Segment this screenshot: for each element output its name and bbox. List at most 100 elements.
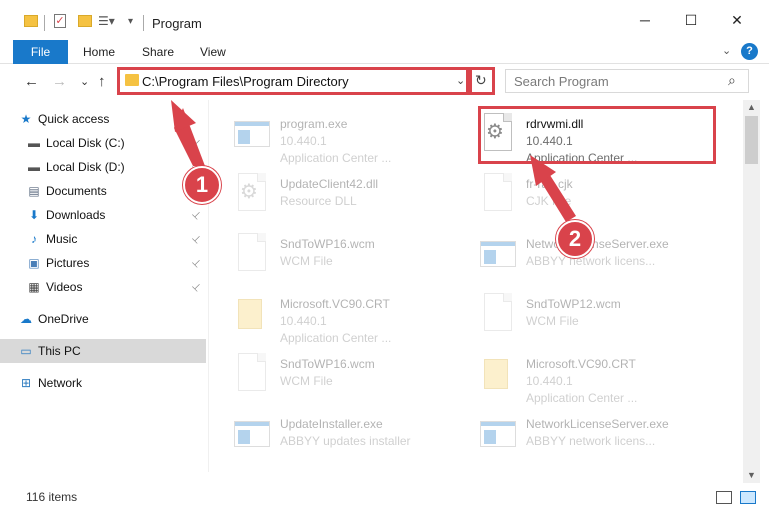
sidebar-item-label: Downloads — [46, 208, 106, 222]
drive-icon: ▬ — [28, 136, 40, 150]
vertical-scrollbar[interactable]: ▲ ▼ — [743, 100, 760, 483]
file-item[interactable]: Microsoft.VC90.CRT 10.440.1 Application Ce… — [480, 348, 720, 406]
file-detail: WCM File — [280, 374, 333, 388]
sidebar-item-label: Videos — [46, 280, 83, 294]
file-item[interactable]: UpdateInstaller.exe ABBYY updates install… — [234, 408, 474, 466]
network-icon: ⊞ — [20, 376, 32, 390]
tab-file[interactable]: File — [13, 40, 68, 64]
file-detail: ABBYY network licens... — [526, 434, 656, 448]
file-name: Microsoft.VC90.CRT — [526, 357, 636, 371]
item-count: 116 items — [26, 490, 78, 504]
address-highlight — [117, 67, 469, 95]
file-name: NetworkLicenseServer.exe — [526, 237, 669, 251]
new-folder-icon[interactable] — [78, 12, 92, 30]
sidebar-item-label: Network — [38, 376, 83, 390]
up-button[interactable]: ↑ — [98, 73, 106, 90]
maximize-button[interactable]: ☐ — [668, 0, 714, 40]
file-item[interactable]: SndToWP12.wcm WCM File — [480, 288, 720, 346]
sidebar-item-onedrive[interactable]: ☁ OneDrive — [0, 307, 206, 331]
sidebar-item-videos[interactable]: ▦ Videos ⊥ — [0, 275, 206, 299]
file-detail: 10.440.1 — [280, 314, 327, 328]
forward-button[interactable]: → — [52, 73, 67, 90]
customize-toolbar-icon[interactable]: ☰▾ — [98, 12, 115, 30]
quick-access-dropdown-icon[interactable]: ▾ — [128, 12, 133, 30]
window-app-icon — [480, 413, 516, 457]
file-item[interactable]: Microsoft.VC90.CRT 10.440.1 Application Ce… — [234, 288, 474, 346]
sidebar-item-local-disk-c[interactable]: ▬ Local Disk (C:) ⊥ — [0, 131, 206, 155]
large-icons-view-icon[interactable] — [740, 491, 756, 504]
videos-icon: ▦ — [28, 280, 40, 294]
file-detail: CJK File — [526, 194, 572, 208]
pin-icon[interactable]: ⊥ — [189, 280, 203, 294]
scroll-thumb[interactable] — [745, 116, 758, 164]
pin-icon[interactable]: ⊥ — [189, 136, 203, 150]
file-item[interactable]: ⚙ UpdateClient42.dll Resource DLL — [234, 168, 474, 226]
callout-2: 2 — [556, 220, 594, 258]
scroll-down-icon[interactable]: ▼ — [747, 470, 756, 480]
folder-file-icon — [480, 353, 516, 397]
details-view-icon[interactable] — [716, 491, 732, 504]
sidebar-item-music[interactable]: ♪ Music ⊥ — [0, 227, 206, 251]
application-icon — [234, 113, 270, 157]
drive-icon: ▬ — [28, 160, 40, 174]
scroll-up-icon[interactable]: ▲ — [747, 102, 756, 112]
file-detail: Resource DLL — [280, 194, 357, 208]
file-item[interactable]: NetworkLicenseServer.exe ABBYY network li… — [480, 228, 720, 286]
title-bar: ✓ ☰▾ ▾ Program ─ ☐ ✕ — [0, 0, 769, 40]
file-detail: WCM File — [526, 314, 579, 328]
document-file-icon — [234, 233, 270, 277]
sidebar-item-label: Local Disk (C:) — [46, 136, 125, 150]
window-title: Program — [152, 16, 202, 31]
dll-file-icon: ⚙ — [234, 173, 270, 217]
sidebar-item-network[interactable]: ⊞ Network — [0, 371, 206, 395]
tab-view[interactable]: View — [200, 45, 226, 59]
file-item[interactable]: fr-ran.cjk CJK File — [480, 168, 720, 226]
window-app-icon — [234, 413, 270, 457]
back-button[interactable]: ← — [24, 73, 39, 90]
sidebar-item-label: Local Disk (D:) — [46, 160, 125, 174]
recent-locations-button[interactable]: ⌄ — [80, 75, 89, 88]
tab-share[interactable]: Share — [142, 45, 174, 59]
sidebar-item-this-pc[interactable]: ▭ This PC — [0, 339, 206, 363]
sidebar-item-label: OneDrive — [38, 312, 89, 326]
properties-icon[interactable]: ✓ — [54, 12, 66, 30]
file-item[interactable]: SndToWP16.wcm WCM File — [234, 228, 474, 286]
expand-ribbon-icon[interactable]: ⌄ — [722, 44, 731, 57]
file-detail: WCM File — [280, 254, 333, 268]
file-detail: 10.440.1 — [526, 374, 573, 388]
onedrive-icon: ☁ — [20, 312, 32, 326]
document-file-icon — [234, 353, 270, 397]
sidebar-item-label: Music — [46, 232, 78, 246]
search-icon[interactable]: ⌕ — [728, 72, 736, 89]
help-icon[interactable]: ? — [741, 43, 758, 60]
file-name: UpdateInstaller.exe — [280, 417, 383, 431]
pin-icon[interactable]: ⊥ — [189, 208, 203, 222]
sidebar-item-pictures[interactable]: ▣ Pictures ⊥ — [0, 251, 206, 275]
sidebar-item-downloads[interactable]: ⬇ Downloads ⊥ — [0, 203, 206, 227]
minimize-button[interactable]: ─ — [622, 0, 668, 40]
window-app-icon — [480, 233, 516, 277]
tab-home[interactable]: Home — [83, 45, 115, 59]
file-item[interactable]: program.exe 10.440.1 Application Center ..… — [234, 108, 474, 166]
file-item[interactable]: NetworkLicenseServer.exe ABBYY network li… — [480, 408, 720, 466]
sidebar-item-label: Quick access — [38, 112, 110, 126]
pin-icon[interactable]: ⊥ — [189, 256, 203, 270]
sidebar-item-local-disk-d[interactable]: ▬Local Disk (D:)⊥ — [0, 155, 206, 179]
close-button[interactable]: ✕ — [714, 0, 760, 40]
star-icon: ★ — [20, 112, 32, 126]
music-icon: ♪ — [31, 232, 37, 246]
selected-file-highlight — [478, 106, 716, 164]
sidebar-item-quick-access[interactable]: ★ Quick access — [0, 107, 206, 131]
computer-icon: ▭ — [20, 344, 32, 358]
documents-icon: ▤ — [28, 184, 40, 198]
file-item[interactable]: SndToWP16.wcm WCM File — [234, 348, 474, 406]
file-detail: ABBYY network licens... — [526, 254, 656, 268]
pin-icon[interactable]: ⊥ — [189, 232, 203, 246]
navigation-pane: ★ Quick access ▬ Local Disk (C:) ⊥ ▬ Local Dis… — [0, 100, 208, 472]
sidebar-item-documents[interactable]: ▤Documents⊥ — [0, 179, 206, 203]
folder-icon — [24, 12, 38, 30]
file-name: SndToWP16.wcm — [280, 357, 375, 371]
file-detail: 10.440.1 — [280, 134, 327, 148]
callout-1: 1 — [183, 166, 221, 204]
file-detail: Application Center ... — [280, 151, 392, 165]
